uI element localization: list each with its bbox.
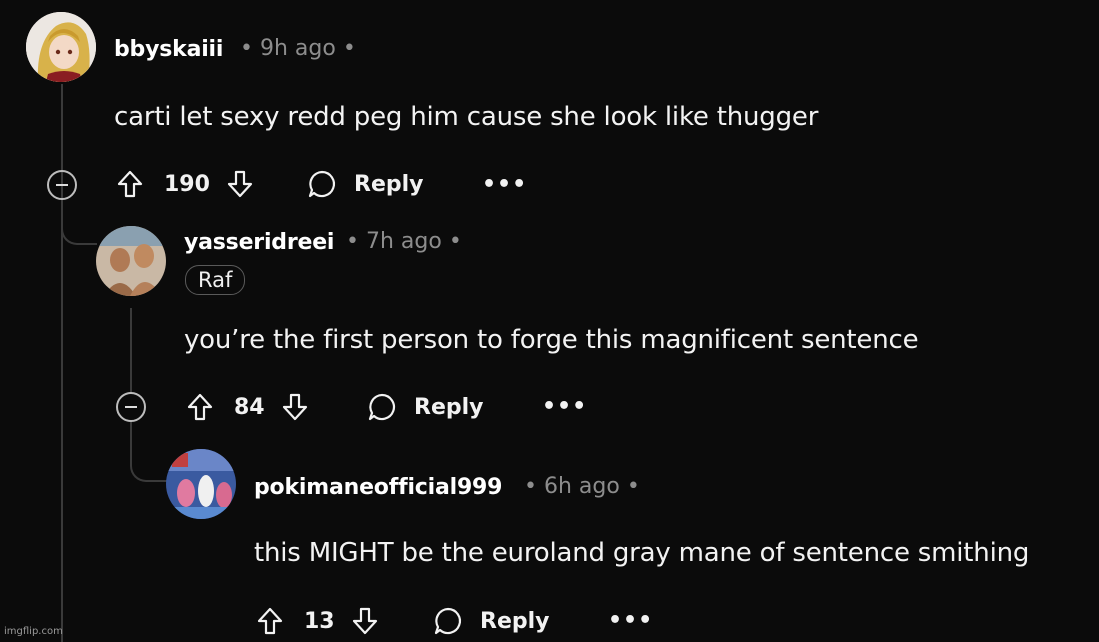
vote-count: 13 — [304, 608, 335, 634]
avatar[interactable] — [26, 12, 96, 82]
reply-button[interactable]: Reply — [366, 390, 484, 424]
thread-line-2 — [130, 308, 132, 392]
more-options-button[interactable]: ••• — [542, 394, 587, 419]
collapse-thread-button[interactable] — [116, 392, 146, 422]
downvote-icon[interactable] — [281, 392, 309, 422]
user-flair: Raf — [185, 265, 246, 295]
chat-bubble-icon — [368, 393, 396, 421]
vote-group: 84 — [186, 390, 309, 424]
photo-avatar-icon — [166, 449, 236, 519]
upvote-icon[interactable] — [116, 169, 144, 199]
timestamp: • 6h ago • — [524, 474, 640, 499]
timestamp: • 7h ago • — [346, 229, 462, 254]
timestamp: • 9h ago • — [240, 36, 356, 61]
downvote-icon[interactable] — [226, 169, 254, 199]
thread-curve-2 — [130, 438, 168, 482]
vote-group: 13 — [256, 604, 379, 638]
chat-bubble-icon — [308, 170, 336, 198]
avatar[interactable] — [166, 449, 236, 519]
comment-text: you’re the first person to forge this ma… — [184, 325, 919, 355]
thread-line-1 — [61, 84, 63, 642]
chat-bubble-icon — [434, 607, 462, 635]
upvote-icon[interactable] — [186, 392, 214, 422]
reply-button[interactable]: Reply — [432, 604, 550, 638]
anime-avatar-icon — [26, 12, 96, 82]
more-options-button[interactable]: ••• — [608, 608, 653, 633]
username[interactable]: pokimaneofficial999 — [254, 475, 502, 500]
upvote-icon[interactable] — [256, 606, 284, 636]
avatar[interactable] — [96, 226, 166, 296]
photo-avatar-icon — [96, 226, 166, 296]
username[interactable]: bbyskaiii — [114, 37, 223, 62]
vote-count: 84 — [234, 394, 265, 420]
comment-text: carti let sexy redd peg him cause she lo… — [114, 102, 819, 132]
username[interactable]: yasseridreei — [184, 230, 334, 255]
vote-group: 190 — [116, 167, 254, 201]
watermark: imgflip.com — [4, 626, 63, 637]
vote-count: 190 — [164, 171, 210, 197]
comment-text: this MIGHT be the euroland gray mane of … — [254, 538, 1030, 568]
reply-button[interactable]: Reply — [306, 167, 424, 201]
downvote-icon[interactable] — [351, 606, 379, 636]
thread-curve-1 — [61, 215, 97, 245]
more-options-button[interactable]: ••• — [482, 172, 527, 197]
collapse-thread-button[interactable] — [47, 170, 77, 200]
